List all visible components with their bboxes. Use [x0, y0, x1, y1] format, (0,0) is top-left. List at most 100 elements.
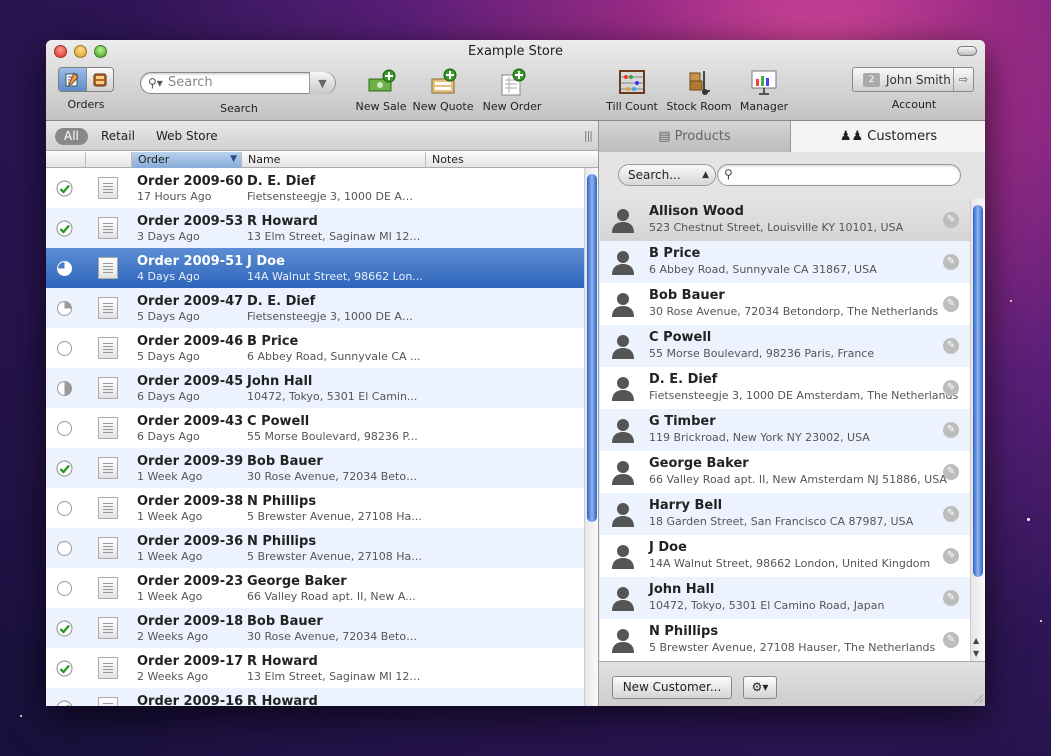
- orders-scroll-thumb[interactable]: [587, 174, 597, 522]
- customer-name: J Doe: [649, 540, 687, 555]
- order-document-icon: [98, 257, 118, 279]
- table-row[interactable]: Order 2009-60 17 Hours Ago D. E. Dief Fiets…: [46, 168, 584, 208]
- order-number: Order 2009-17: [137, 654, 244, 669]
- new-quote-button[interactable]: New Quote: [411, 67, 475, 113]
- table-row[interactable]: Order 2009-16 R Howard: [46, 688, 584, 706]
- search-scope-dropdown[interactable]: Search... ▲: [618, 164, 716, 186]
- orders-scrollbar[interactable]: [584, 168, 598, 706]
- edit-customer-icon[interactable]: ✎: [943, 212, 959, 228]
- order-status-icon: [56, 420, 73, 437]
- new-order-button[interactable]: New Order: [480, 67, 544, 113]
- orders-label: Orders: [67, 98, 105, 111]
- order-customer-address: 14A Walnut Street, 98662 Lon...: [247, 270, 423, 283]
- toolbar-search-input[interactable]: ⚲▾ Search ▼: [140, 72, 336, 94]
- tab-products-label: Products: [674, 129, 731, 144]
- new-order-label: New Order: [482, 100, 542, 113]
- table-row[interactable]: Order 2009-18 2 Weeks Ago Bob Bauer 30 Rose…: [46, 608, 584, 648]
- list-item[interactable]: George Baker 66 Valley Road apt. II, New …: [600, 451, 970, 493]
- order-column-header[interactable]: Order ▼: [132, 152, 242, 168]
- table-row[interactable]: Order 2009-47 5 Days Ago D. E. Dief Fietsen…: [46, 288, 584, 328]
- new-sale-button[interactable]: New Sale: [351, 67, 411, 113]
- status-column-header[interactable]: [46, 152, 86, 168]
- list-item[interactable]: N Phillips 5 Brewster Avenue, 27108 Hause…: [600, 619, 970, 661]
- list-item[interactable]: Harry Bell 18 Garden Street, San Francisc…: [600, 493, 970, 535]
- table-row[interactable]: Order 2009-17 2 Weeks Ago R Howard 13 Elm S…: [46, 648, 584, 688]
- order-status-icon: [56, 220, 73, 237]
- list-item[interactable]: G Timber 119 Brickroad, New York NY 23002…: [600, 409, 970, 451]
- scroll-up-arrow-icon[interactable]: ▲: [973, 636, 979, 645]
- scope-retail-button[interactable]: Retail: [101, 129, 135, 143]
- doc-column-header[interactable]: [86, 152, 132, 168]
- customers-pane: ▤ Products ♟♟ Customers Search... ▲ ⚲ All…: [598, 121, 985, 706]
- filter-icon[interactable]: ▼: [309, 72, 335, 94]
- manager-button[interactable]: Manager: [736, 67, 792, 113]
- order-age: 5 Days Ago: [137, 350, 200, 363]
- order-customer-name: Bob Bauer: [247, 614, 323, 629]
- list-item[interactable]: Bob Bauer 30 Rose Avenue, 72034 Betondorp…: [600, 283, 970, 325]
- split-grip-icon[interactable]: |||: [584, 129, 593, 142]
- toolbar-toggle-button[interactable]: [957, 46, 977, 56]
- order-document-icon: [98, 457, 118, 479]
- edit-customer-icon[interactable]: ✎: [943, 296, 959, 312]
- scroll-down-arrow-icon[interactable]: ▼: [973, 649, 979, 658]
- abacus-icon: [617, 67, 647, 97]
- order-column-label: Order: [138, 153, 170, 166]
- list-item[interactable]: Allison Wood 523 Chestnut Street, Louisvi…: [600, 199, 970, 241]
- order-age: 2 Weeks Ago: [137, 670, 209, 683]
- customer-search-input[interactable]: ⚲: [717, 164, 961, 186]
- edit-customer-icon[interactable]: ✎: [943, 380, 959, 396]
- orders-view-control[interactable]: Orders: [58, 67, 114, 111]
- orders-list-icon[interactable]: [59, 68, 86, 91]
- order-customer-name: B Price: [247, 334, 299, 349]
- tab-products[interactable]: ▤ Products: [599, 121, 791, 152]
- star-decoration: [1040, 620, 1042, 622]
- edit-customer-icon[interactable]: ✎: [943, 506, 959, 522]
- view-segmented-control[interactable]: [58, 67, 114, 92]
- gear-menu-button[interactable]: ⚙▾: [743, 676, 777, 699]
- stock-room-label: Stock Room: [666, 100, 732, 113]
- name-column-header[interactable]: Name: [242, 152, 426, 168]
- customers-scrollbar[interactable]: ▲ ▼: [970, 199, 985, 661]
- logout-icon[interactable]: ⇨: [953, 68, 973, 91]
- list-item[interactable]: C Powell 55 Morse Boulevard, 98236 Paris,…: [600, 325, 970, 367]
- edit-customer-icon[interactable]: ✎: [943, 464, 959, 480]
- table-row[interactable]: Order 2009-45 6 Days Ago John Hall 10472, T…: [46, 368, 584, 408]
- name-column-label: Name: [248, 153, 281, 166]
- products-icon: ▤: [658, 129, 675, 144]
- new-customer-button[interactable]: New Customer...: [612, 676, 732, 699]
- table-row[interactable]: Order 2009-43 6 Days Ago C Powell 55 Morse …: [46, 408, 584, 448]
- order-number: Order 2009-60: [137, 174, 244, 189]
- notes-column-header[interactable]: Notes: [426, 152, 598, 168]
- list-item[interactable]: J Doe 14A Walnut Street, 98662 London, Un…: [600, 535, 970, 577]
- table-row[interactable]: Order 2009-46 5 Days Ago B Price 6 Abbey Ro…: [46, 328, 584, 368]
- table-row[interactable]: Order 2009-51 4 Days Ago J Doe 14A Walnut S…: [46, 248, 584, 288]
- customer-address: 5 Brewster Avenue, 27108 Hauser, The Net…: [649, 641, 936, 654]
- scope-all-button[interactable]: All: [55, 128, 88, 145]
- customers-scroll-thumb[interactable]: [973, 205, 983, 577]
- table-row[interactable]: Order 2009-38 1 Week Ago N Phillips 5 Brews…: [46, 488, 584, 528]
- presentation-chart-icon: [749, 67, 779, 97]
- tab-customers[interactable]: ♟♟ Customers: [791, 121, 985, 152]
- edit-customer-icon[interactable]: ✎: [943, 632, 959, 648]
- stock-room-button[interactable]: Stock Room: [665, 67, 733, 113]
- table-row[interactable]: Order 2009-39 1 Week Ago Bob Bauer 30 Rose …: [46, 448, 584, 488]
- edit-customer-icon[interactable]: ✎: [943, 338, 959, 354]
- register-icon[interactable]: [85, 68, 113, 91]
- edit-customer-icon[interactable]: ✎: [943, 548, 959, 564]
- order-document-icon: [98, 697, 118, 706]
- account-button[interactable]: 2 John Smith ⇨: [852, 67, 974, 92]
- edit-customer-icon[interactable]: ✎: [943, 422, 959, 438]
- list-item[interactable]: D. E. Dief Fietsensteegje 3, 1000 DE Amst…: [600, 367, 970, 409]
- table-row[interactable]: Order 2009-53 3 Days Ago R Howard 13 Elm St…: [46, 208, 584, 248]
- resize-grip-icon[interactable]: [973, 693, 983, 703]
- edit-customer-icon[interactable]: ✎: [943, 590, 959, 606]
- edit-customer-icon[interactable]: ✎: [943, 254, 959, 270]
- table-row[interactable]: Order 2009-36 1 Week Ago N Phillips 5 Brews…: [46, 528, 584, 568]
- table-row[interactable]: Order 2009-23 1 Week Ago George Baker 66 Va…: [46, 568, 584, 608]
- orders-table-header: Order ▼ Name Notes: [46, 152, 598, 168]
- order-customer-address: 13 Elm Street, Saginaw MI 127...: [247, 230, 423, 243]
- scope-web-store-button[interactable]: Web Store: [156, 129, 218, 143]
- list-item[interactable]: John Hall 10472, Tokyo, 5301 El Camino Ro…: [600, 577, 970, 619]
- till-count-button[interactable]: Till Count: [602, 67, 662, 113]
- list-item[interactable]: B Price 6 Abbey Road, Sunnyvale CA 31867,…: [600, 241, 970, 283]
